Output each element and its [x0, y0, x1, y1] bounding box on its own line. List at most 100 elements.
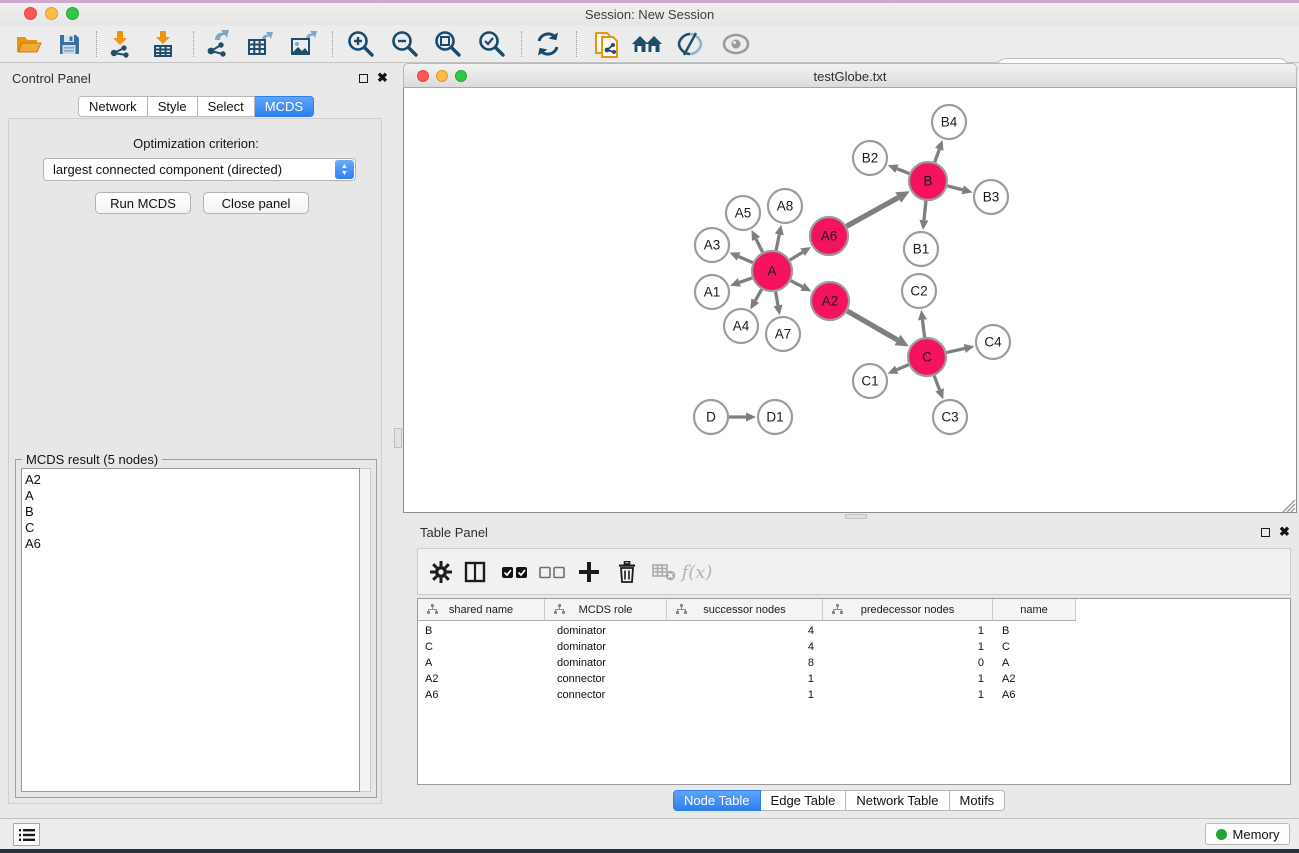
tab-network-table[interactable]: Network Table: [846, 790, 949, 811]
edge-A-A6[interactable]: [790, 252, 803, 260]
table-cell: B: [418, 623, 545, 639]
vertical-splitter-grip[interactable]: [394, 428, 402, 448]
tab-style[interactable]: Style: [148, 96, 198, 117]
column-header-name[interactable]: name: [993, 599, 1076, 621]
save-session-icon[interactable]: [52, 28, 86, 60]
column-header-successor-nodes[interactable]: successor nodes: [667, 599, 823, 621]
column-header-shared-name[interactable]: shared name: [418, 599, 545, 621]
status-bar: Memory: [0, 818, 1299, 849]
tab-mcds[interactable]: MCDS: [255, 96, 314, 117]
table-close-panel-icon[interactable]: ✖: [1279, 527, 1290, 537]
graph-node-label: A7: [775, 327, 792, 342]
memory-button[interactable]: Memory: [1205, 823, 1290, 845]
tab-motifs[interactable]: Motifs: [950, 790, 1006, 811]
table-cell: 8: [667, 655, 823, 671]
resize-grip-icon[interactable]: [1282, 499, 1296, 512]
function-builder-icon[interactable]: f(x): [682, 557, 712, 587]
home-icon[interactable]: [630, 28, 664, 60]
export-table-icon[interactable]: [243, 28, 277, 60]
optimization-criterion-select[interactable]: largest connected component (directed) ▲…: [43, 158, 356, 181]
edge-C-C4[interactable]: [947, 348, 965, 352]
edge-C-C3[interactable]: [934, 376, 939, 390]
table-row[interactable]: Bdominator41B: [418, 623, 1076, 639]
task-history-button[interactable]: [13, 823, 40, 846]
table-cell: A: [993, 655, 1076, 671]
table-cell: 1: [823, 687, 993, 703]
edge-B-B4[interactable]: [935, 149, 940, 162]
export-network-icon[interactable]: [201, 28, 235, 60]
close-panel-icon[interactable]: ✖: [377, 73, 388, 83]
edge-C-C2[interactable]: [922, 320, 924, 337]
mcds-result-list[interactable]: A2ABCA6: [21, 468, 360, 792]
edge-A-A5[interactable]: [756, 239, 763, 252]
graphics-details-icon[interactable]: [673, 28, 707, 60]
gear-icon[interactable]: [426, 557, 456, 587]
mcds-result-item[interactable]: C: [25, 520, 359, 536]
edge-B-B3[interactable]: [947, 186, 963, 190]
optimization-criterion-value: largest connected component (directed): [53, 162, 282, 177]
select-all-icon[interactable]: [500, 557, 530, 587]
zoom-out-icon[interactable]: [388, 28, 422, 60]
edge-A-A4[interactable]: [755, 289, 761, 300]
mcds-result-item[interactable]: A2: [25, 472, 359, 488]
import-network-icon[interactable]: [103, 28, 137, 60]
edge-A-A7[interactable]: [776, 292, 778, 306]
graph-node-label: C4: [984, 335, 1002, 350]
graph-node-label: D: [706, 410, 716, 425]
edge-A-A8[interactable]: [776, 234, 779, 250]
edge-B-B1[interactable]: [924, 201, 926, 220]
column-header-predecessor-nodes[interactable]: predecessor nodes: [823, 599, 993, 621]
close-panel-button[interactable]: Close panel: [203, 192, 309, 214]
edge-A-A1[interactable]: [739, 278, 752, 282]
node-table[interactable]: shared nameMCDS rolesuccessor nodesprede…: [417, 598, 1291, 785]
table-row[interactable]: A2connector11A2: [418, 671, 1076, 687]
tab-node-table[interactable]: Node Table: [673, 790, 761, 811]
birds-eye-icon[interactable]: [719, 28, 753, 60]
table-float-panel-icon[interactable]: [1261, 528, 1270, 537]
mcds-result-item[interactable]: A6: [25, 536, 359, 552]
zoom-fit-icon[interactable]: [431, 28, 465, 60]
table-row[interactable]: A6connector11A6: [418, 687, 1076, 703]
table-cell: A6: [993, 687, 1076, 703]
table-cell: 1: [823, 639, 993, 655]
import-table-icon[interactable]: [146, 28, 180, 60]
delete-table-icon[interactable]: [649, 557, 679, 587]
mcds-result-item[interactable]: B: [25, 504, 359, 520]
table-row[interactable]: Cdominator41C: [418, 639, 1076, 655]
delete-icon[interactable]: [612, 557, 642, 587]
arrowhead-icon: [919, 220, 928, 230]
network-window-titlebar[interactable]: testGlobe.txt: [403, 63, 1297, 88]
float-panel-icon[interactable]: [359, 74, 368, 83]
tab-select[interactable]: Select: [198, 96, 255, 117]
apply-layout-icon[interactable]: [531, 28, 565, 60]
network-canvas[interactable]: B4B2BB3A5A8A6B1A3AC2A1A2A4A7C4CC1C3DD1: [403, 88, 1297, 513]
run-mcds-button[interactable]: Run MCDS: [95, 192, 191, 214]
table-row[interactable]: Adominator80A: [418, 655, 1076, 671]
table-cell: A2: [993, 671, 1076, 687]
edge-B-B2[interactable]: [897, 169, 909, 174]
edge-A2-C[interactable]: [847, 311, 897, 340]
mcds-result-scrollbar[interactable]: [360, 468, 371, 792]
edge-C-C1[interactable]: [897, 365, 909, 370]
zoom-selected-icon[interactable]: [475, 28, 509, 60]
export-image-icon[interactable]: [286, 28, 320, 60]
column-header-MCDS-role[interactable]: MCDS role: [545, 599, 667, 621]
edge-A-A2[interactable]: [791, 281, 803, 287]
deselect-all-icon[interactable]: [537, 557, 567, 587]
network-graph[interactable]: B4B2BB3A5A8A6B1A3AC2A1A2A4A7C4CC1C3DD1: [404, 88, 1296, 511]
tab-edge-table[interactable]: Edge Table: [761, 790, 847, 811]
zoom-in-icon[interactable]: [344, 28, 378, 60]
mcds-result-title: MCDS result (5 nodes): [22, 452, 162, 467]
tab-network[interactable]: Network: [78, 96, 148, 117]
horizontal-splitter-grip[interactable]: [845, 514, 867, 519]
application-window: Session: New Session: [0, 0, 1299, 853]
add-column-icon[interactable]: [574, 557, 604, 587]
open-session-icon[interactable]: [12, 28, 46, 60]
edge-A-A3[interactable]: [739, 257, 753, 263]
mcds-result-item[interactable]: A: [25, 488, 359, 504]
main-titlebar: Session: New Session: [0, 3, 1299, 25]
graph-node-label: A4: [733, 319, 750, 334]
duplicate-network-icon[interactable]: [590, 28, 624, 60]
edge-A6-B[interactable]: [846, 198, 898, 227]
column-view-icon[interactable]: [460, 557, 490, 587]
